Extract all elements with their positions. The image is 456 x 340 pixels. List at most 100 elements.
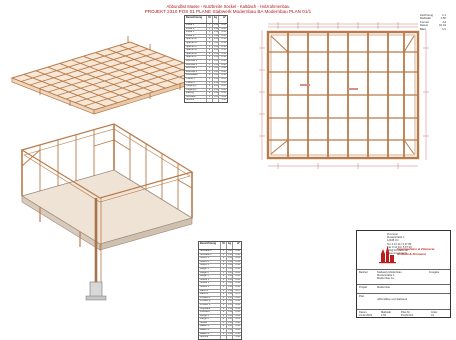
table-cell: 0.12	[221, 49, 226, 52]
table-cell: Pfette 3	[185, 31, 207, 34]
table-row: Summe 1.42	[199, 336, 241, 339]
table-cell: Schwelle 2	[199, 253, 221, 257]
table-cell: 0.02	[235, 311, 240, 314]
table-cell: 0.12	[221, 45, 226, 48]
table-cell: Wechsel 3	[185, 67, 207, 70]
table-cell: Stütze 3	[199, 264, 221, 267]
table-cell: Pfette 2	[185, 27, 207, 31]
table-cell: Pfette 1	[185, 24, 207, 27]
client-label: Bauherr	[359, 271, 369, 274]
legend-row: Blatt 1/1	[420, 26, 446, 31]
title-block: Zimmerei Musterstraße 1 12345 Ort Tel. 0 12…	[356, 230, 451, 318]
table-cell: 0.08	[235, 321, 240, 324]
plan-label: Plan	[359, 295, 365, 298]
roof-grid-isometric	[10, 36, 214, 115]
table-cell: Sparren E	[185, 52, 207, 56]
table-cell: Sparren D	[185, 49, 207, 52]
frame-isometric	[20, 123, 194, 301]
table-cell: 0.08	[221, 59, 226, 62]
table-cell: Riegel 2	[199, 271, 221, 275]
table-cell: 0.06	[235, 296, 240, 299]
col-header: Bezeichnung	[199, 242, 221, 249]
stamp-label: Freigabe	[429, 271, 440, 274]
table-cell: 0.10	[221, 74, 226, 77]
table-cell: Balken 2	[199, 329, 221, 332]
table-body: Pfette 1 1 0.08 0.06 Pfette 2 1 0.08 0.06 Pfette…	[185, 24, 227, 103]
table-cell: 0.08	[235, 325, 240, 328]
date-value: 21.02.2023	[359, 314, 372, 317]
scale-value: 1:50	[381, 314, 387, 317]
table-cell: Riegel 3	[199, 275, 221, 278]
table-cell: Stütze 2	[199, 260, 221, 264]
table-cell: 0.12	[221, 38, 226, 41]
table-cell: Kopfband	[199, 307, 221, 311]
table-cell: Strebe 2	[199, 282, 221, 285]
table-cell: Zange 2	[199, 318, 221, 321]
table-cell: Balken 3	[199, 332, 221, 336]
table-cell: 0.08	[221, 70, 226, 73]
client-row: Bauherr Stabwerk Modernbau Musterstraße …	[357, 269, 450, 280]
table-cell: 0.04	[235, 318, 240, 321]
table-cell: 0.06	[235, 300, 240, 303]
client-line-3: Modernbau 1a	[377, 277, 394, 280]
table-cell: Sparren C	[185, 45, 207, 49]
table-header-row: Bezeichnung St kg m³	[199, 242, 241, 250]
table-cell: Rähm 1	[199, 289, 221, 293]
table-cell: Strebe 1	[199, 278, 221, 282]
table-cell: 1.42	[235, 336, 240, 339]
table-cell: 0.04	[235, 264, 240, 267]
table-cell: 0.09	[221, 95, 226, 98]
table-cell: 0.12	[221, 41, 226, 44]
plan-row: Plan Abbundliste und Stabwerk	[357, 293, 450, 301]
table-cell: Schwelle	[185, 95, 207, 99]
meta-row: Datum 21.02.2023 Maßstab 1:50 Plan-Nr. P…	[357, 309, 450, 318]
table-cell: 0.12	[221, 56, 226, 59]
table-cell: Strebe 3	[199, 285, 221, 289]
parts-table-top: Bezeichnung St kg m³ Pfette 1 1 0.08 0.06 Pf…	[184, 15, 228, 104]
table-body: Schwelle 1 1 0.10 0.06 Schwelle 2 1 0.10 0.06 St…	[199, 250, 241, 339]
table-cell: Sparren B	[185, 41, 207, 45]
table-cell: Wechsel 1	[185, 59, 207, 63]
legend-key: Blatt	[420, 26, 426, 31]
table-cell: 0.08	[235, 329, 240, 332]
table-cell: 0.06	[221, 31, 226, 34]
table-cell: 1.96	[221, 99, 226, 102]
table-cell: 0.05	[221, 88, 226, 91]
table-cell: 0.05	[235, 275, 240, 278]
table-cell: Pfosten C	[199, 303, 221, 307]
table-cell: 0.02	[235, 307, 240, 310]
company-logo: Ingenieurbüro & Zimmerei Holzbau & Zimme…	[379, 244, 434, 266]
index-value: 01	[431, 314, 434, 317]
table-cell: 0.08	[221, 67, 226, 70]
project-label: Projekt	[359, 286, 368, 289]
table-cell: Pfosten A	[199, 296, 221, 300]
table-cell: Wechsel 4	[185, 70, 207, 74]
table-cell: 0.06	[221, 24, 226, 26]
table-cell: 0.03	[235, 278, 240, 281]
table-cell: Pfette 4	[185, 34, 207, 38]
table-cell: Traufe 2	[185, 81, 207, 85]
legend-value: 1/1	[442, 26, 446, 31]
table-cell: Riegel 1	[199, 267, 221, 271]
table-cell: Sockel	[199, 321, 221, 325]
table-cell: 0.08	[221, 63, 226, 66]
table-cell: Ortgang 2	[185, 88, 207, 92]
table-cell: Kehlbalken	[185, 74, 207, 77]
table-cell: Sparren A	[185, 38, 207, 41]
legend-box: Zeichnung 1:1 Maßstab 1:50 Format A3 Datum 01.0…	[420, 13, 446, 31]
table-cell: 0.04	[235, 260, 240, 263]
table-cell: 0.04	[235, 257, 240, 260]
table-cell: 0.04	[221, 92, 226, 95]
table-cell: 0.08	[235, 332, 240, 335]
table-cell: 0.05	[221, 77, 226, 80]
table-cell: Stütze 1	[199, 257, 221, 260]
table-cell: 0.05	[221, 85, 226, 88]
table-cell: 0.05	[235, 267, 240, 270]
table-cell: 0.06	[235, 303, 240, 306]
table-cell: Traufe 1	[185, 77, 207, 81]
company-name-line-2: Holzbau & Zimmerei	[397, 252, 426, 256]
table-cell: Rähm 2	[199, 293, 221, 296]
table-cell: 0.06	[221, 34, 226, 37]
table-cell: 0.06	[235, 253, 240, 256]
table-cell: 0.07	[235, 289, 240, 292]
